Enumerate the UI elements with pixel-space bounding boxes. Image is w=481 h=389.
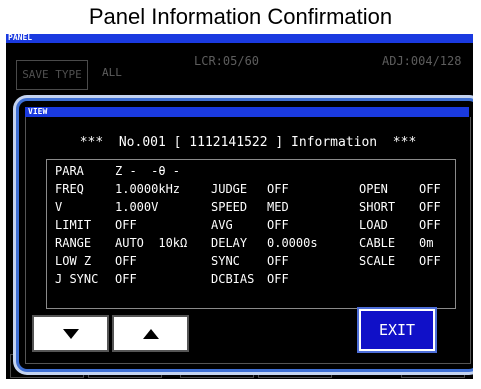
table-cell: MED: [267, 200, 289, 214]
lcr-counter: LCR:05/60: [194, 54, 260, 68]
table-cell: SCALE: [359, 254, 396, 268]
table-cell: LOW Z: [55, 254, 92, 268]
page-caption: Panel Information Confirmation: [88, 4, 393, 29]
dialog-title-label: VIEW: [28, 107, 48, 116]
adj-counter: ADJ:004/128: [382, 54, 462, 68]
table-cell: 1.0000kHz: [115, 182, 181, 196]
table-cell: SHORT: [359, 200, 396, 214]
table-cell: 0.0000s: [267, 236, 318, 250]
table-cell: J SYNC: [55, 272, 99, 286]
table-cell: CABLE: [359, 236, 396, 250]
information-dialog: VIEW *** No.001 [ 1112141522 ] Informati…: [16, 98, 473, 372]
scroll-up-button[interactable]: [112, 315, 189, 352]
table-cell: DELAY: [211, 236, 248, 250]
table-cell: OFF: [115, 218, 137, 232]
table-cell: SPEED: [211, 200, 248, 214]
table-cell: Z - -θ -: [115, 164, 181, 178]
scroll-down-button[interactable]: [32, 315, 109, 352]
table-cell: 0m: [419, 236, 434, 250]
dialog-body: *** No.001 [ 1112141522 ] Information **…: [25, 117, 471, 364]
table-cell: OFF: [419, 254, 441, 268]
table-cell: OFF: [267, 182, 289, 196]
arrow-up-icon: [142, 328, 159, 339]
table-cell: FREQ: [55, 182, 84, 196]
table-cell: OFF: [419, 182, 441, 196]
table-cell: SYNC: [211, 254, 240, 268]
table-cell: JUDGE: [211, 182, 248, 196]
exit-button-label: EXIT: [378, 321, 416, 339]
panel-title-label: PANEL: [8, 34, 33, 42]
exit-button[interactable]: EXIT: [359, 309, 435, 351]
table-cell: OFF: [267, 254, 289, 268]
table-cell: RANGE: [55, 236, 92, 250]
settings-table: PARA Z - -θ - FREQ 1.0000kHz JUDGE OFF O…: [46, 159, 456, 309]
table-cell: OPEN: [359, 182, 388, 196]
table-cell: OFF: [419, 218, 441, 232]
table-cell: PARA: [55, 164, 84, 178]
table-cell: OFF: [115, 272, 137, 286]
arrow-down-icon: [62, 328, 79, 339]
table-cell: LIMIT: [55, 218, 92, 232]
save-type-button[interactable]: SAVE TYPE: [16, 60, 88, 90]
panel-title-bar: PANEL: [6, 34, 473, 43]
save-type-value: ALL: [102, 66, 122, 79]
table-cell: OFF: [267, 218, 289, 232]
table-cell: AUTO 10kΩ: [115, 236, 188, 250]
dialog-title-bar: VIEW: [25, 107, 469, 117]
table-cell: DCBIAS: [211, 272, 255, 286]
table-cell: OFF: [267, 272, 289, 286]
table-cell: V: [55, 200, 63, 214]
table-cell: OFF: [419, 200, 441, 214]
table-cell: AVG: [211, 218, 233, 232]
information-heading: *** No.001 [ 1112141522 ] Information **…: [79, 135, 417, 150]
table-cell: OFF: [115, 254, 137, 268]
table-cell: 1.000V: [115, 200, 159, 214]
table-cell: LOAD: [359, 218, 388, 232]
instrument-screen: PANEL SAVE TYPE ALL LCR:05/60 ADJ:004/12…: [6, 34, 473, 379]
